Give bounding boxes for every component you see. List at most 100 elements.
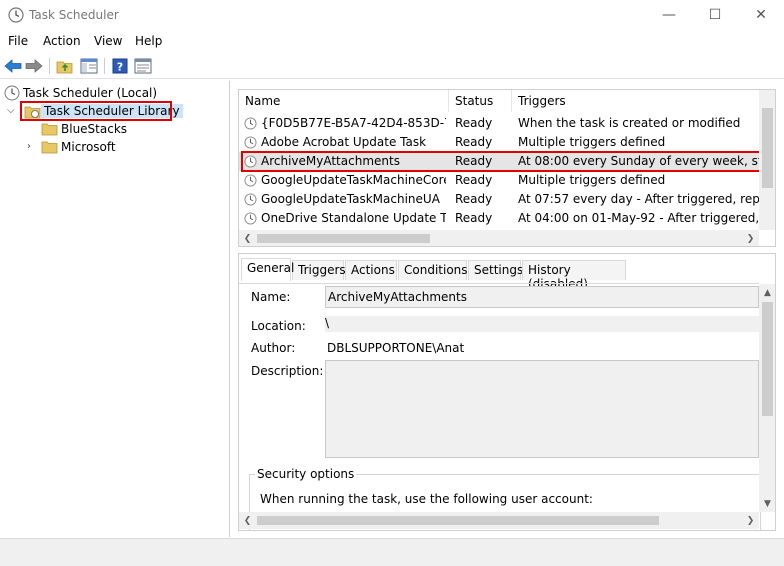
column-divider[interactable]: [448, 90, 449, 112]
menu-help[interactable]: Help: [135, 34, 162, 48]
show-hide-console-tree-icon: [80, 58, 98, 74]
tab-divider: [239, 283, 759, 284]
name-label: Name:: [251, 290, 291, 304]
task-name-field[interactable]: ArchiveMyAttachments: [325, 286, 759, 308]
details-tabs: General Triggers Actions Conditions Sett…: [239, 258, 775, 291]
location-field: [325, 316, 759, 332]
table-row[interactable]: Adobe Acrobat Update Task Ready Multiple…: [239, 133, 759, 152]
location-value: \: [325, 316, 330, 330]
forward-arrow-icon: [25, 59, 43, 73]
menu-file[interactable]: File: [8, 34, 28, 48]
scroll-right-icon[interactable]: ❯: [742, 230, 759, 246]
author-value: DBLSUPPORTONE\Anat: [327, 341, 465, 355]
task-status-cell: Ready: [455, 135, 493, 149]
column-header-triggers[interactable]: Triggers: [518, 94, 566, 108]
horizontal-scrollbar[interactable]: ❮ ❯: [239, 230, 759, 246]
table-row[interactable]: {F0D5B77E-B5A7-42D4-853D-759… Ready When…: [239, 114, 759, 133]
scrollbar-thumb[interactable]: [257, 516, 659, 525]
toolbar-separator: [104, 58, 105, 74]
task-status-cell: Ready: [455, 192, 493, 206]
properties-button[interactable]: [133, 56, 153, 76]
tab-settings[interactable]: Settings: [468, 260, 523, 280]
close-icon: ✕: [755, 7, 767, 23]
status-bar: [0, 538, 784, 566]
minimize-button[interactable]: —: [646, 0, 692, 30]
task-triggers-cell: Multiple triggers defined: [518, 135, 666, 149]
maximize-icon: ☐: [708, 7, 722, 23]
task-name-cell: Adobe Acrobat Update Task: [261, 135, 427, 149]
security-options-label: Security options: [255, 467, 357, 481]
tab-conditions[interactable]: Conditions: [398, 260, 468, 280]
scroll-right-icon[interactable]: ❯: [742, 512, 759, 529]
scrollbar-thumb[interactable]: [257, 234, 430, 243]
tree-bluestacks-label: BlueStacks: [61, 122, 128, 136]
table-row[interactable]: GoogleUpdateTaskMachineCore Ready Multip…: [239, 171, 759, 190]
task-clock-icon: [244, 117, 257, 130]
task-clock-icon: [244, 212, 257, 225]
tab-triggers[interactable]: Triggers: [292, 260, 346, 280]
back-arrow-icon: [4, 59, 22, 73]
task-clock-icon: [244, 193, 257, 206]
chevron-right-icon[interactable]: ›: [27, 141, 31, 152]
tab-general[interactable]: General: [241, 258, 294, 281]
task-name-cell: GoogleUpdateTaskMachineCore: [261, 173, 446, 187]
task-scheduler-window: Task Scheduler — ☐ ✕ File Action View He…: [0, 0, 784, 566]
table-row[interactable]: OneDrive Standalone Update Task Ready At…: [239, 209, 759, 228]
tree-item-microsoft[interactable]: Microsoft: [41, 138, 119, 156]
highlight-box-selected-task: [241, 151, 763, 172]
description-field[interactable]: [325, 360, 759, 458]
clock-icon: [4, 85, 20, 101]
scroll-left-icon[interactable]: ❮: [239, 512, 256, 529]
scrollbar-thumb[interactable]: [762, 108, 773, 188]
close-button[interactable]: ✕: [738, 0, 784, 30]
task-name-cell: OneDrive Standalone Update Task: [261, 211, 446, 225]
chevron-down-icon[interactable]: ⌵: [7, 105, 15, 116]
maximize-button[interactable]: ☐: [692, 0, 738, 30]
author-label: Author:: [251, 341, 296, 355]
scroll-left-icon[interactable]: ❮: [239, 230, 256, 246]
scroll-up-icon[interactable]: ▲: [759, 284, 775, 301]
tab-history-disabled[interactable]: History (disabled): [522, 260, 626, 291]
tree-microsoft-label: Microsoft: [61, 140, 116, 154]
up-folder-button[interactable]: [55, 56, 75, 76]
description-label: Description:: [251, 364, 324, 378]
minimize-icon: —: [662, 7, 676, 23]
table-row[interactable]: GoogleUpdateTaskMachineUA Ready At 07:57…: [239, 190, 759, 209]
location-label: Location:: [251, 319, 306, 333]
toolbar-separator: [49, 58, 50, 74]
column-header-name[interactable]: Name: [245, 94, 280, 108]
task-name-cell: GoogleUpdateTaskMachineUA: [261, 192, 440, 206]
back-button[interactable]: [3, 56, 23, 76]
column-divider[interactable]: [511, 90, 512, 112]
show-hide-console-tree-button[interactable]: [79, 56, 99, 76]
tree-root-label: Task Scheduler (Local): [23, 86, 158, 100]
folder-icon: [41, 123, 58, 136]
toolbar: ?: [0, 53, 784, 79]
details-horizontal-scrollbar[interactable]: ❮ ❯: [239, 512, 759, 529]
details-vertical-scrollbar[interactable]: ▲ ▼: [759, 284, 775, 512]
task-clock-icon: [244, 174, 257, 187]
security-account-text: When running the task, use the following…: [260, 492, 593, 506]
task-clock-icon: [244, 136, 257, 149]
tab-actions[interactable]: Actions: [345, 260, 397, 280]
task-triggers-cell: At 04:00 on 01-May-92 - After triggered,…: [518, 211, 759, 225]
task-list: Name Status Triggers {F0D5B77E-B5A7-42D4…: [238, 89, 776, 247]
scrollbar-thumb[interactable]: [762, 302, 773, 416]
task-status-cell: Ready: [455, 211, 493, 225]
properties-icon: [134, 58, 152, 74]
task-name-cell: {F0D5B77E-B5A7-42D4-853D-759…: [261, 116, 446, 130]
tree-item-bluestacks[interactable]: BlueStacks: [41, 120, 130, 138]
folder-icon: [41, 141, 58, 154]
help-button[interactable]: ?: [110, 56, 130, 76]
scroll-down-icon[interactable]: ▼: [759, 495, 775, 512]
task-triggers-cell: Multiple triggers defined: [518, 173, 666, 187]
forward-button[interactable]: [24, 56, 44, 76]
column-header-status[interactable]: Status: [455, 94, 493, 108]
menu-view[interactable]: View: [94, 34, 122, 48]
menu-action[interactable]: Action: [43, 34, 81, 48]
tree-root-task-scheduler-local[interactable]: Task Scheduler (Local): [4, 84, 160, 102]
menu-bar: File Action View Help: [0, 31, 784, 51]
vertical-scrollbar[interactable]: [759, 90, 775, 230]
up-folder-icon: [56, 61, 73, 74]
task-triggers-cell: At 07:57 every day - After triggered, re…: [518, 192, 759, 206]
